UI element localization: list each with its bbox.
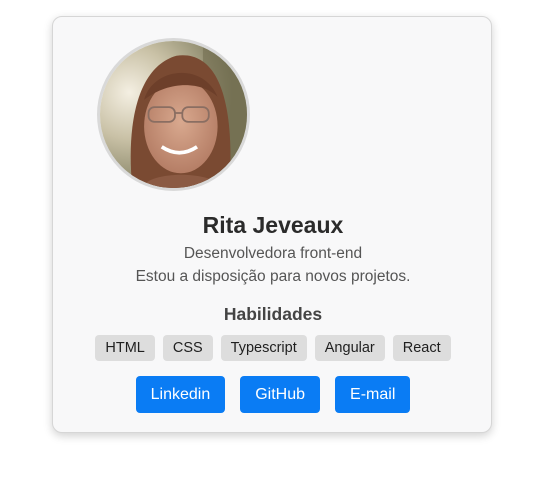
skill-tag-typescript: Typescript [220, 335, 307, 361]
linkedin-button[interactable]: Linkedin [135, 376, 226, 413]
social-links: Linkedin GitHub E-mail [53, 376, 493, 413]
skill-tag-html: HTML [95, 335, 155, 361]
profile-name: Rita Jeveaux [202, 212, 344, 238]
skill-tag-react: React [392, 335, 451, 361]
github-button[interactable]: GitHub [240, 376, 321, 413]
avatar-photo [100, 41, 247, 188]
skills-heading: Habilidades [223, 304, 323, 324]
skill-tag-angular: Angular [314, 335, 385, 361]
profile-role: Desenvolvedora front-end [183, 245, 363, 262]
email-button[interactable]: E-mail [335, 376, 411, 413]
profile-card: Rita Jeveaux Desenvolvedora front-end Es… [52, 16, 492, 433]
profile-bio: Estou a disposição para novos projetos. [135, 268, 411, 285]
avatar [97, 38, 250, 191]
skills-list: HTML CSS Typescript Angular React [53, 335, 493, 361]
skill-tag-css: CSS [162, 335, 213, 361]
